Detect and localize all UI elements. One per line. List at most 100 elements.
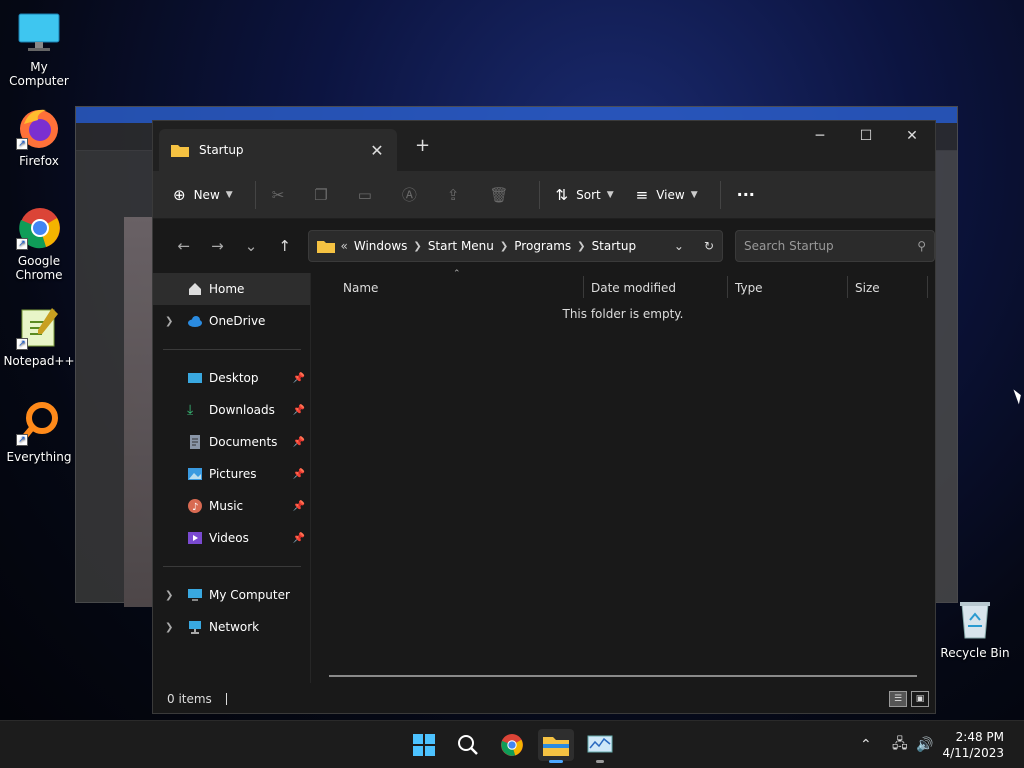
desktop-icon-recycle-bin[interactable]: Recycle Bin xyxy=(936,596,1014,660)
breadcrumb-startup[interactable]: Startup xyxy=(592,239,637,253)
close-window-button[interactable]: ✕ xyxy=(889,121,935,151)
chevron-right-icon[interactable]: ❯ xyxy=(577,241,585,252)
sort-button[interactable]: ⇅ Sort ▼ xyxy=(556,186,614,204)
shortcut-arrow-icon: ↗ xyxy=(16,238,28,250)
column-divider[interactable] xyxy=(927,276,928,298)
chevron-down-icon: ▼ xyxy=(606,189,614,200)
sidebar-item-downloads[interactable]: ⤓ Downloads 📌 xyxy=(153,394,311,426)
sidebar-item-documents[interactable]: Documents 📌 xyxy=(153,426,311,458)
tab-startup[interactable]: Startup ✕ xyxy=(159,129,397,171)
expand-chevron-icon[interactable]: ❯ xyxy=(165,622,173,633)
address-dropdown-icon[interactable]: ⌄ xyxy=(674,239,684,253)
taskbar-file-explorer[interactable] xyxy=(538,729,574,763)
search-input[interactable]: Search Startup xyxy=(744,239,917,253)
taskbar-resource-monitor[interactable] xyxy=(582,729,618,763)
desktop-icon-everything[interactable]: ↗ Everything xyxy=(0,400,78,464)
sidebar-item-label: Home xyxy=(209,282,245,296)
taskbar-chrome[interactable] xyxy=(494,729,530,761)
sidebar-item-desktop[interactable]: Desktop 📌 xyxy=(153,362,311,394)
network-icon xyxy=(187,619,203,635)
sidebar-item-home[interactable]: Home xyxy=(153,273,311,305)
column-header-name[interactable]: Name xyxy=(343,273,378,303)
delete-icon[interactable]: 🗑 xyxy=(490,186,509,204)
sidebar-item-label: Documents xyxy=(209,435,278,449)
system-clock[interactable]: 2:48 PM 4/11/2023 xyxy=(942,729,1004,761)
view-button[interactable]: ≡ View ▼ xyxy=(636,186,698,204)
column-header-type[interactable]: Type xyxy=(735,273,763,303)
rename-icon[interactable]: Ⓐ xyxy=(402,184,417,205)
tiles-view-icon[interactable]: ▣ xyxy=(911,691,929,707)
forward-arrow-icon[interactable]: → xyxy=(201,237,235,255)
breadcrumb-overflow[interactable]: « xyxy=(341,239,348,253)
taskbar: ⌃ 🖧 🔊 2:48 PM 4/11/2023 xyxy=(0,720,1024,768)
horizontal-scrollbar[interactable] xyxy=(329,675,917,677)
column-divider[interactable] xyxy=(847,276,848,298)
folder-icon xyxy=(171,145,189,157)
download-icon: ⤓ xyxy=(187,402,194,418)
address-bar[interactable]: « Windows ❯ Start Menu ❯ Programs ❯ Star… xyxy=(307,230,724,262)
show-hidden-icons-chevron-icon[interactable]: ⌃ xyxy=(860,721,872,768)
sidebar-item-music[interactable]: ♪ Music 📌 xyxy=(153,490,311,522)
up-arrow-icon[interactable]: ↑ xyxy=(268,237,302,255)
sidebar-item-pictures[interactable]: Pictures 📌 xyxy=(153,458,311,490)
desktop-icon-chrome[interactable]: ↗ Google Chrome xyxy=(0,204,78,282)
expand-chevron-icon[interactable]: ❯ xyxy=(165,590,173,601)
column-headers: ⌃ Name Date modified Type Size xyxy=(311,269,935,303)
pin-icon: 📌 xyxy=(292,404,305,416)
column-header-size[interactable]: Size xyxy=(855,273,880,303)
expand-chevron-icon[interactable]: ❯ xyxy=(165,316,173,327)
maximize-button[interactable]: ☐ xyxy=(843,121,889,151)
more-options-button[interactable]: ··· xyxy=(737,185,755,204)
search-button[interactable] xyxy=(450,729,486,761)
sidebar-item-my-computer[interactable]: ❯ My Computer xyxy=(153,579,311,611)
desktop-icon-firefox[interactable]: ↗ Firefox xyxy=(0,104,78,168)
paste-icon[interactable]: ▭ xyxy=(358,186,372,204)
file-explorer-window[interactable]: Startup ✕ + ─ ☐ ✕ ⊕ New ▼ ✂ ❐ ▭ Ⓐ ⇪ 🗑 ⇅ … xyxy=(152,120,936,714)
column-header-date-modified[interactable]: Date modified xyxy=(591,273,676,303)
sidebar-item-label: My Computer xyxy=(209,588,290,602)
copy-icon[interactable]: ❐ xyxy=(314,186,327,204)
document-icon xyxy=(187,434,203,450)
sidebar-item-label: Network xyxy=(209,620,260,634)
desktop-icon-label: Everything xyxy=(6,450,72,464)
desktop-icon-label: My Computer xyxy=(9,60,69,88)
desktop-icon-my-computer[interactable]: My Computer xyxy=(0,10,78,88)
item-count: 0 items xyxy=(167,692,212,706)
mouse-cursor-icon xyxy=(1013,387,1024,405)
start-button[interactable] xyxy=(406,729,442,761)
column-divider[interactable] xyxy=(727,276,728,298)
desktop-icon xyxy=(187,370,203,386)
close-tab-icon[interactable]: ✕ xyxy=(369,141,385,160)
sidebar-item-onedrive[interactable]: ❯ OneDrive xyxy=(153,305,311,337)
minimize-button[interactable]: ─ xyxy=(797,121,843,151)
sidebar-item-network[interactable]: ❯ Network xyxy=(153,611,311,643)
active-indicator xyxy=(549,760,563,763)
recent-locations-chevron-icon[interactable]: ⌄ xyxy=(234,237,268,255)
column-divider[interactable] xyxy=(583,276,584,298)
desktop-icon-notepad-plus-plus[interactable]: ↗ Notepad++ xyxy=(0,304,78,368)
search-box[interactable]: Search Startup ⚲ xyxy=(735,230,936,262)
cut-icon[interactable]: ✂ xyxy=(272,186,285,204)
volume-icon[interactable]: 🔊 xyxy=(916,721,933,768)
svg-text:♪: ♪ xyxy=(192,502,198,513)
back-arrow-icon[interactable]: ← xyxy=(167,237,201,255)
breadcrumb-windows[interactable]: Windows xyxy=(354,239,408,253)
refresh-icon[interactable]: ↻ xyxy=(704,239,714,253)
network-status-icon[interactable]: 🖧 xyxy=(892,721,908,768)
folder-icon xyxy=(543,737,569,756)
share-icon[interactable]: ⇪ xyxy=(447,186,460,204)
new-tab-button[interactable]: + xyxy=(415,135,430,156)
shortcut-arrow-icon: ↗ xyxy=(16,138,28,150)
new-button[interactable]: ⊕ New ▼ xyxy=(173,186,233,204)
desktop-icon-label: Recycle Bin xyxy=(940,646,1010,660)
details-view-icon[interactable]: ☰ xyxy=(889,691,907,707)
chevron-right-icon[interactable]: ❯ xyxy=(500,241,508,252)
background-browser-scrollbar xyxy=(935,151,957,602)
chevron-right-icon[interactable]: ❯ xyxy=(413,241,421,252)
breadcrumb-programs[interactable]: Programs xyxy=(514,239,571,253)
breadcrumb-start-menu[interactable]: Start Menu xyxy=(428,239,494,253)
chrome-icon xyxy=(501,734,523,756)
status-separator xyxy=(225,693,227,705)
sidebar-item-videos[interactable]: Videos 📌 xyxy=(153,522,311,554)
file-list-pane[interactable]: ⌃ Name Date modified Type Size This fold… xyxy=(311,269,935,683)
